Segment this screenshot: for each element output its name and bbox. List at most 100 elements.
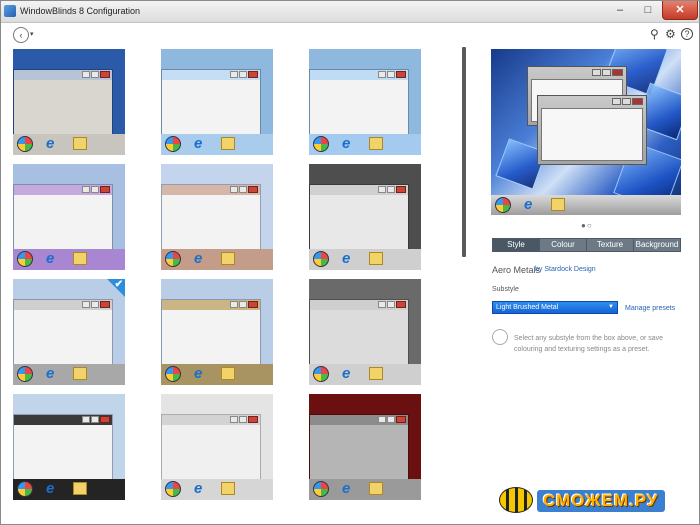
tile-taskbar: e (13, 134, 125, 155)
gear-icon[interactable]: ⚙ (665, 27, 676, 41)
start-orb-icon (17, 136, 33, 152)
substyle-label: Substyle (492, 286, 519, 293)
start-orb-icon (17, 481, 33, 497)
start-orb-icon (313, 481, 329, 497)
close-button[interactable]: ✕ (662, 1, 698, 20)
tab-style[interactable]: Style (493, 239, 540, 251)
folder-icon (221, 482, 235, 495)
browser-icon: e (46, 135, 55, 152)
folder-icon (73, 137, 87, 150)
help-icon[interactable]: ? (681, 28, 693, 40)
tile-window (161, 69, 261, 135)
browser-icon: e (46, 480, 55, 497)
folder-icon (221, 367, 235, 380)
style-name: Aero Metals (492, 265, 541, 275)
skin-tile-crimson-steel[interactable]: e (309, 394, 421, 500)
start-orb-icon (165, 136, 181, 152)
substyle-hint: Select any substyle from the box above, … (514, 335, 664, 353)
start-orb-icon (495, 197, 511, 213)
tab-background[interactable]: Background (634, 239, 680, 251)
tile-window (13, 184, 113, 250)
lightbulb-icon (492, 329, 508, 345)
dropdown-arrow-icon: ▼ (608, 304, 614, 310)
tile-window (309, 299, 409, 365)
start-orb-icon (17, 251, 33, 267)
skin-tile-carbon-dark[interactable]: e (13, 394, 125, 500)
tile-taskbar: e (309, 249, 421, 270)
tile-taskbar: e (309, 134, 421, 155)
browser-icon: e (342, 135, 351, 152)
browser-icon: e (194, 365, 203, 382)
substyle-value: Light Brushed Metal (496, 304, 559, 311)
tile-window (161, 414, 261, 480)
skin-tile-classic-blue[interactable]: e (13, 49, 125, 155)
browser-icon: e (194, 480, 203, 497)
tile-taskbar: e (309, 364, 421, 385)
tab-texture[interactable]: Texture (587, 239, 634, 251)
checkmark-icon: ✔ (114, 279, 123, 290)
minimize-button[interactable]: – (606, 1, 634, 20)
start-orb-icon (313, 251, 329, 267)
title-bar: WindowBlinds 8 Configuration – □ ✕ (1, 1, 699, 23)
tile-window (161, 299, 261, 365)
skin-tile-aero-light-blue[interactable]: e (161, 49, 273, 155)
browser-icon: e (342, 250, 351, 267)
tile-taskbar: e (13, 364, 125, 385)
tile-taskbar: e (161, 134, 273, 155)
tile-window (13, 299, 113, 365)
tile-taskbar: e (13, 249, 125, 270)
browser-icon: e (194, 250, 203, 267)
folder-icon (369, 367, 383, 380)
browser-icon: e (342, 480, 351, 497)
author-link[interactable]: by Stardock Design (535, 266, 596, 273)
folder-icon (73, 367, 87, 380)
tile-window (309, 69, 409, 135)
substyle-select[interactable]: Light Brushed Metal ▼ (492, 301, 618, 314)
browser-icon: e (194, 135, 203, 152)
bee-logo-icon (499, 487, 533, 513)
skin-tile-aero-metals[interactable]: e ✔ (13, 279, 125, 385)
skin-tile-aero-copper[interactable]: e (161, 164, 273, 270)
tab-colour[interactable]: Colour (540, 239, 587, 251)
tile-taskbar: e (13, 479, 125, 500)
skin-tile-silver-round[interactable]: e (309, 164, 421, 270)
start-orb-icon (313, 136, 329, 152)
browser-icon: e (524, 196, 533, 213)
folder-icon (369, 252, 383, 265)
skin-tile-aero-sky[interactable]: e (309, 49, 421, 155)
skin-tile-plain-silver[interactable]: e (161, 394, 273, 500)
skin-tile-aero-gold[interactable]: e (161, 279, 273, 385)
start-orb-icon (165, 366, 181, 382)
start-orb-icon (17, 366, 33, 382)
search-icon[interactable]: ⚲ (650, 27, 659, 41)
back-icon[interactable]: ‹ (13, 27, 29, 43)
manage-presets-link[interactable]: Manage presets (625, 305, 675, 312)
browser-icon: e (46, 365, 55, 382)
start-orb-icon (313, 366, 329, 382)
folder-icon (369, 482, 383, 495)
preview-pager[interactable]: ●○ (581, 221, 593, 230)
folder-icon (551, 198, 565, 211)
site-watermark: СМОЖЕМ.РУ (499, 481, 695, 519)
skin-tile-chrome-red[interactable]: e (309, 279, 421, 385)
watermark-text: СМОЖЕМ.РУ (537, 490, 665, 512)
tile-taskbar: e (161, 364, 273, 385)
maximize-button[interactable]: □ (634, 1, 662, 20)
tile-window (161, 184, 261, 250)
settings-tabs: Style Colour Texture Background (492, 238, 681, 252)
folder-icon (73, 252, 87, 265)
folder-icon (221, 252, 235, 265)
folder-icon (73, 482, 87, 495)
start-orb-icon (165, 481, 181, 497)
skin-tile-aero-lilac[interactable]: e (13, 164, 125, 270)
tile-window (13, 69, 113, 135)
start-orb-icon (165, 251, 181, 267)
tile-taskbar: e (161, 249, 273, 270)
folder-icon (221, 137, 235, 150)
gallery-scrollbar[interactable] (462, 47, 466, 257)
tile-taskbar: e (309, 479, 421, 500)
browser-icon: e (46, 250, 55, 267)
skin-preview: e (491, 49, 681, 215)
window-title: WindowBlinds 8 Configuration (20, 6, 141, 16)
chevron-down-icon[interactable]: ▾ (30, 30, 34, 38)
